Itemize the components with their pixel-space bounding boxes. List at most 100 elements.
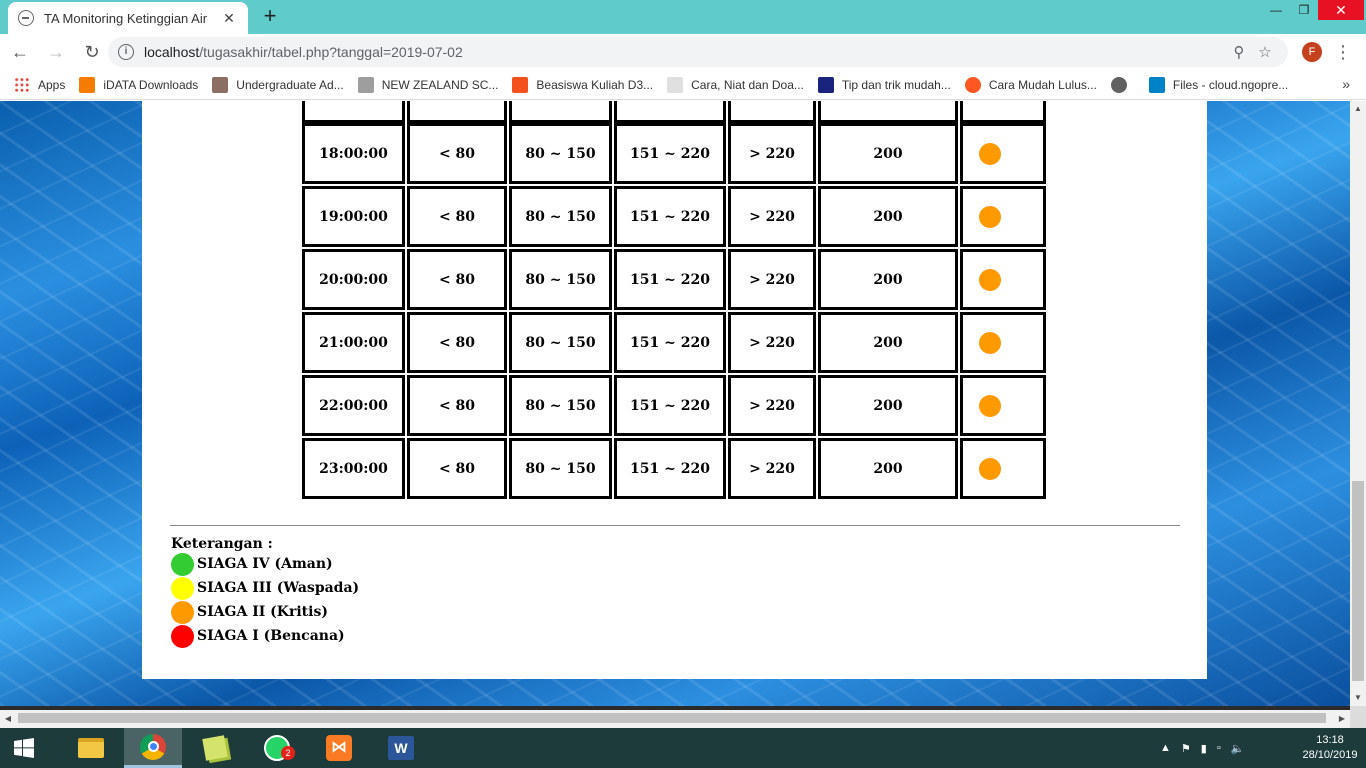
waspada-range-cell: 80 ~ 150 xyxy=(509,249,612,310)
scroll-left-icon[interactable]: ◀ xyxy=(0,710,16,728)
tab-strip: TA Monitoring Ketinggian Air ✕ + — ❐ ✕ xyxy=(0,0,1366,34)
bookmark-item[interactable]: Cara Mudah Lulus... xyxy=(964,76,1097,93)
taskbar-app-button[interactable] xyxy=(62,728,120,768)
status-cell xyxy=(960,375,1046,436)
new-tab-button[interactable]: + xyxy=(258,4,282,28)
bookmark-label: NEW ZEALAND SC... xyxy=(381,77,499,92)
legend-title: Keterangan : xyxy=(171,536,273,552)
table-row: 21:00:00 < 80 80 ~ 150 151 ~ 220 > 220 200 xyxy=(302,312,1048,375)
address-bar[interactable]: i localhost/tugasakhir/tabel.php?tanggal… xyxy=(108,37,1288,67)
zoom-icon[interactable]: ⚲ xyxy=(1226,43,1252,61)
bookmark-star-icon[interactable]: ☆ xyxy=(1252,43,1278,61)
time-cell: 23:00:00 xyxy=(302,438,405,499)
nz-crest-icon xyxy=(357,76,374,93)
water-level-cell-text: 200 xyxy=(873,460,903,477)
water-level-cell-text: 200 xyxy=(873,334,903,351)
signal-icon[interactable]: ▫ xyxy=(1217,742,1221,754)
taskbar-apps: 2 ⋈ W xyxy=(62,728,434,768)
restore-icon[interactable]: ❐ xyxy=(1290,0,1318,20)
bookmark-label: Cara Mudah Lulus... xyxy=(988,77,1097,92)
windows-taskbar: 2 ⋈ W ▲ ⚑ ▮ ▫ 🔈 13:18 28/10/2019 xyxy=(0,728,1366,768)
horizontal-scrollbar[interactable]: ◀ ▶ xyxy=(0,706,1350,728)
time-cell: 20:00:00 xyxy=(302,249,405,310)
tray-overflow-icon[interactable]: ▲ xyxy=(1160,742,1171,754)
waspada-range-cell: 80 ~ 150 xyxy=(509,186,612,247)
vertical-scrollbar[interactable]: ▲ ▼ xyxy=(1350,101,1366,706)
status-cell xyxy=(960,186,1046,247)
reload-icon[interactable]: ↻ xyxy=(76,36,108,68)
taskbar-app-button[interactable] xyxy=(124,728,182,768)
water-level-cell: 200 xyxy=(818,312,958,373)
bookmark-item[interactable]: Apps xyxy=(14,76,65,93)
bookmark-item[interactable]: Beasiswa Kuliah D3... xyxy=(512,76,653,93)
waspada-range-cell: 80 ~ 150 xyxy=(509,312,612,373)
water-level-cell: 200 xyxy=(818,123,958,184)
bookmark-label: iDATA Downloads xyxy=(103,77,199,92)
bookmark-item[interactable]: iDATA Downloads xyxy=(79,76,199,93)
bencana-range-cell: > 220 xyxy=(728,186,816,247)
site-info-icon[interactable]: i xyxy=(118,44,134,60)
scroll-up-icon[interactable]: ▲ xyxy=(1350,101,1366,117)
waspada-range-cell-text: 80 ~ 150 xyxy=(525,271,596,288)
tab-close-icon[interactable]: ✕ xyxy=(220,10,238,27)
minimize-icon[interactable]: — xyxy=(1262,0,1290,20)
taskbar-app-button[interactable]: ⋈ xyxy=(310,728,368,768)
bencana-range-cell-text: > 220 xyxy=(749,397,795,414)
taskbar-app-button[interactable]: W xyxy=(372,728,430,768)
table-row xyxy=(302,101,1048,123)
windows-logo-icon xyxy=(14,738,34,758)
vertical-scroll-thumb[interactable] xyxy=(1352,481,1364,681)
aman-range-cell-text: < 80 xyxy=(438,460,476,477)
horizontal-scroll-thumb[interactable] xyxy=(18,713,1326,723)
volume-icon[interactable]: 🔈 xyxy=(1231,742,1245,755)
profile-avatar[interactable]: F xyxy=(1302,42,1322,62)
table-row: 18:00:00 < 80 80 ~ 150 151 ~ 220 > 220 200 xyxy=(302,123,1048,186)
bookmarks-overflow-icon[interactable]: » xyxy=(1342,76,1350,92)
start-button[interactable] xyxy=(0,728,48,768)
action-flag-icon[interactable]: ⚑ xyxy=(1181,742,1191,755)
bookmark-item[interactable]: NEW ZEALAND SC... xyxy=(357,76,499,93)
window-close-icon[interactable]: ✕ xyxy=(1318,0,1364,20)
time-cell: 18:00:00 xyxy=(302,123,405,184)
scroll-right-icon[interactable]: ▶ xyxy=(1334,710,1350,728)
waspada-range-cell-text: 80 ~ 150 xyxy=(525,334,596,351)
beasiswa-icon xyxy=(512,76,529,93)
time-cell: 21:00:00 xyxy=(302,312,405,373)
aman-range-cell-text: < 80 xyxy=(438,397,476,414)
legend-item: SIAGA I (Bencana) xyxy=(171,624,345,648)
bookmark-label: Undergraduate Ad... xyxy=(236,77,344,92)
clock-time: 13:18 xyxy=(1316,734,1344,746)
legend-label: SIAGA II (Kritis) xyxy=(197,604,328,620)
taskbar-app-button[interactable]: 2 xyxy=(248,728,306,768)
bookmark-item[interactable]: Cara, Niat dan Doa... xyxy=(667,76,804,93)
table-row: 19:00:00 < 80 80 ~ 150 151 ~ 220 > 220 200 xyxy=(302,186,1048,249)
kritis-range-cell: 151 ~ 220 xyxy=(614,186,726,247)
legend-dot-icon xyxy=(171,600,194,624)
window-controls: — ❐ ✕ xyxy=(1262,0,1364,20)
bookmarks-bar: Apps iDATA Downloads Undergraduate Ad... NE… xyxy=(0,70,1366,100)
scroll-down-icon[interactable]: ▼ xyxy=(1350,690,1366,706)
legend-label: SIAGA IV (Aman) xyxy=(197,556,333,572)
battery-icon[interactable]: ▮ xyxy=(1201,742,1207,755)
legend-label: SIAGA I (Bencana) xyxy=(197,628,345,644)
status-cell xyxy=(960,312,1046,373)
bookmark-item[interactable] xyxy=(1110,76,1135,93)
browser-tab-active[interactable]: TA Monitoring Ketinggian Air ✕ xyxy=(8,2,248,34)
aman-range-cell: < 80 xyxy=(407,249,507,310)
system-tray: ▲ ⚑ ▮ ▫ 🔈 xyxy=(1160,728,1254,768)
status-dot-icon xyxy=(979,331,1001,354)
legend-dot-icon xyxy=(171,624,194,648)
status-cell xyxy=(960,249,1046,310)
bookmark-item[interactable]: Undergraduate Ad... xyxy=(212,76,344,93)
system-clock[interactable]: 13:18 28/10/2019 xyxy=(1300,733,1360,763)
bookmark-item[interactable]: Tip dan trik mudah... xyxy=(817,76,951,93)
notification-badge: 2 xyxy=(281,746,295,760)
water-level-cell-text: 200 xyxy=(873,271,903,288)
taskbar-app-button[interactable] xyxy=(186,728,244,768)
ring-icon xyxy=(964,76,981,93)
forward-arrow-icon[interactable]: → xyxy=(40,36,72,68)
chrome-menu-icon[interactable]: ⋮ xyxy=(1334,40,1352,64)
back-arrow-icon[interactable]: ← xyxy=(4,36,36,68)
bookmark-item[interactable]: Files - cloud.ngopre... xyxy=(1148,76,1288,93)
url-text[interactable]: localhost/tugasakhir/tabel.php?tanggal=2… xyxy=(144,44,1226,60)
